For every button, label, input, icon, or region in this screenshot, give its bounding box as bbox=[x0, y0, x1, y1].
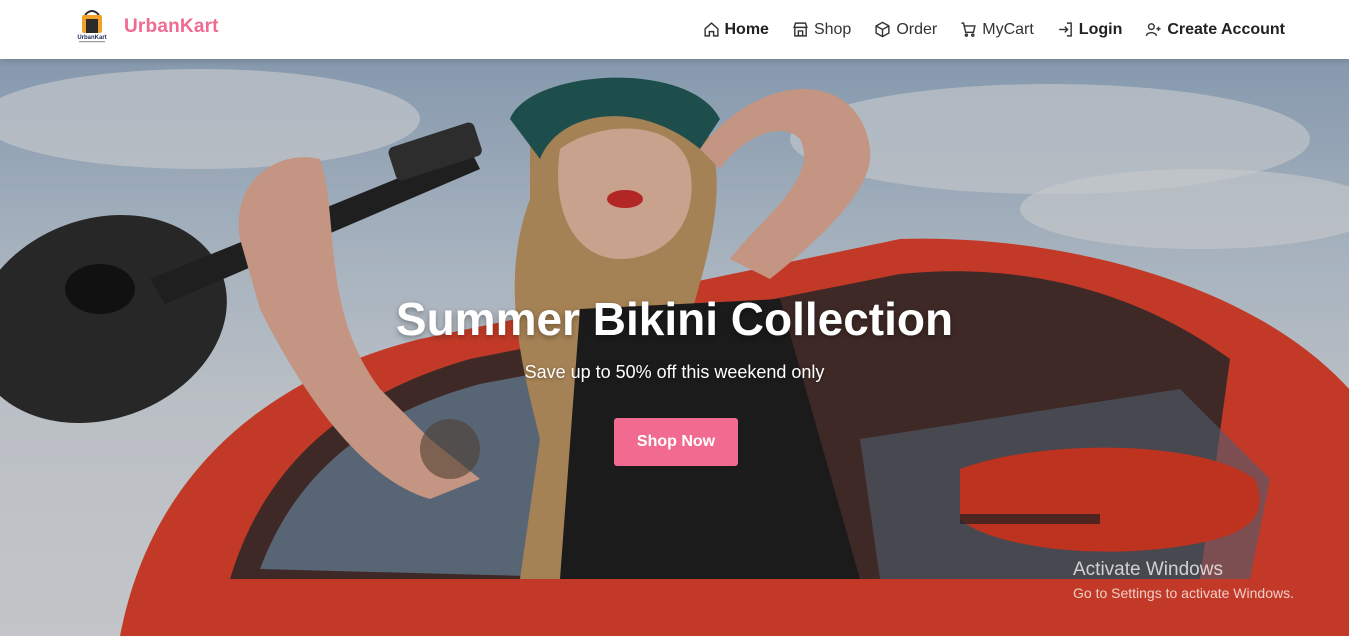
login-icon bbox=[1058, 22, 1072, 37]
urbankart-logo[interactable]: UrbanKart bbox=[74, 9, 110, 45]
nav-mycart-label: MyCart bbox=[982, 20, 1034, 38]
nav-home-label: Home bbox=[724, 20, 769, 38]
navbar: UrbanKart UrbanKart Home Shop Order MyCa… bbox=[0, 0, 1349, 59]
brand-name[interactable]: UrbanKart bbox=[124, 16, 219, 38]
cart-icon bbox=[961, 22, 976, 37]
hero-title: Summer Bikini Collection bbox=[395, 293, 954, 345]
nav-create-account-label: Create Account bbox=[1167, 20, 1285, 38]
hero-banner: Summer Bikini Collection Save up to 50% … bbox=[0, 59, 1349, 636]
hero-content: Summer Bikini Collection Save up to 50% … bbox=[0, 59, 1349, 636]
nav-mycart[interactable]: MyCart bbox=[960, 21, 1034, 39]
nav-shop[interactable]: Shop bbox=[792, 21, 851, 39]
user-plus-icon bbox=[1146, 23, 1161, 37]
nav-create-account[interactable]: Create Account bbox=[1145, 21, 1285, 39]
nav-order[interactable]: Order bbox=[874, 21, 937, 39]
home-icon bbox=[703, 22, 719, 37]
box-icon bbox=[875, 21, 890, 38]
main-nav: Home Shop Order MyCart Login Create Acco… bbox=[703, 0, 1285, 59]
nav-login[interactable]: Login bbox=[1057, 20, 1123, 39]
store-icon bbox=[793, 22, 808, 37]
nav-shop-label: Shop bbox=[813, 20, 852, 38]
nav-order-label: Order bbox=[896, 20, 938, 38]
nav-home[interactable]: Home bbox=[703, 21, 769, 39]
watermark-subtitle: Go to Settings to activate Windows. bbox=[1073, 585, 1294, 601]
hero-subtitle: Save up to 50% off this weekend only bbox=[524, 362, 825, 382]
watermark-title: Activate Windows bbox=[1073, 559, 1223, 580]
nav-login-label: Login bbox=[1078, 20, 1123, 38]
shop-now-button[interactable]: Shop Now bbox=[614, 418, 738, 466]
activate-windows-watermark: Activate Windows Go to Settings to activ… bbox=[1073, 559, 1294, 601]
logo-text: UrbanKart bbox=[77, 35, 106, 41]
brand[interactable]: UrbanKart UrbanKart bbox=[74, 9, 219, 45]
